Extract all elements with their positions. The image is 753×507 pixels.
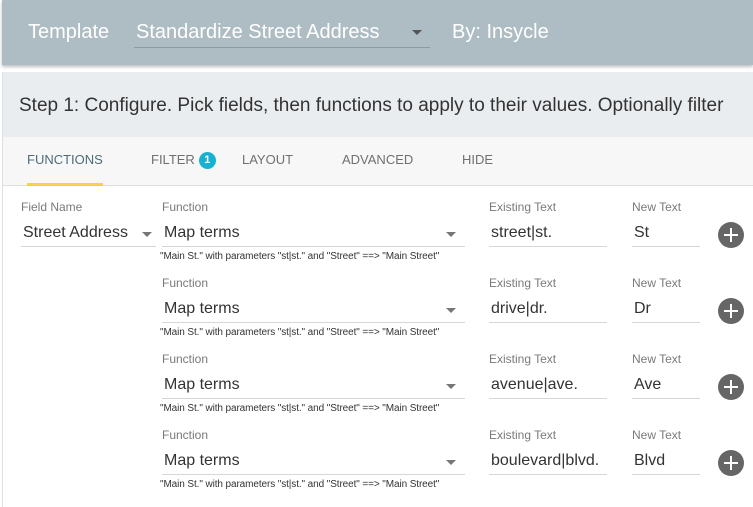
step-text: Step 1: Configure. Pick fields, then fun… (19, 95, 724, 116)
new-text-input[interactable]: Ave (632, 372, 700, 399)
existing-text-value: avenue|ave. (491, 376, 578, 393)
existing-text-input[interactable]: boulevard|blvd. (489, 448, 607, 475)
existing-text-value: drive|dr. (491, 300, 548, 317)
function-hint: "Main St." with parameters "st|st." and … (160, 327, 440, 338)
template-select[interactable]: Standardize Street Address (134, 18, 430, 48)
function-select[interactable]: Map terms (162, 296, 465, 323)
existing-text-label: Existing Text (489, 428, 557, 442)
function-value: Map terms (164, 224, 240, 241)
chevron-down-icon (446, 232, 456, 237)
new-text-value: Dr (634, 300, 651, 317)
new-text-input[interactable]: Dr (632, 296, 700, 323)
tab-advanced[interactable]: ADVANCED (342, 137, 413, 185)
tab-filter-label: FILTER (151, 152, 195, 167)
new-text-label: New Text (632, 276, 682, 290)
template-label: Template (28, 21, 110, 43)
tab-filter[interactable]: FILTER 1 (151, 137, 216, 185)
template-select-value: Standardize Street Address (136, 21, 380, 43)
tab-functions[interactable]: FUNCTIONS (27, 137, 103, 186)
tab-advanced-label: ADVANCED (342, 152, 414, 167)
add-function-button[interactable] (718, 222, 744, 248)
template-author: By: Insycle (452, 21, 549, 43)
function-label: Function (162, 276, 209, 290)
function-select[interactable]: Map terms (162, 448, 465, 475)
function-label: Function (162, 428, 209, 442)
new-text-value: Blvd (634, 452, 666, 469)
tab-bar: FUNCTIONS FILTER 1 LAYOUT ADVANCED HIDE (3, 137, 753, 186)
existing-text-value: boulevard|blvd. (491, 452, 600, 469)
function-hint: "Main St." with parameters "st|st." and … (160, 251, 440, 262)
new-text-label: New Text (632, 200, 682, 214)
new-text-label: New Text (632, 352, 682, 366)
new-text-value: Ave (634, 376, 662, 393)
existing-text-input[interactable]: drive|dr. (489, 296, 607, 323)
add-function-button[interactable] (718, 450, 744, 476)
existing-text-value: street|st. (491, 224, 553, 241)
field-name-select[interactable]: Street Address (21, 220, 156, 247)
field-name-label: Field Name (21, 200, 83, 214)
function-hint: "Main St." with parameters "st|st." and … (160, 479, 440, 490)
function-label: Function (162, 200, 209, 214)
existing-text-input[interactable]: street|st. (489, 220, 607, 247)
template-header: Template Standardize Street Address By: … (2, 0, 753, 65)
chevron-down-icon (142, 232, 152, 237)
existing-text-input[interactable]: avenue|ave. (489, 372, 607, 399)
existing-text-label: Existing Text (489, 352, 557, 366)
field-name-value: Street Address (23, 224, 128, 241)
step-banner: Step 1: Configure. Pick fields, then fun… (3, 72, 753, 137)
function-row: Field Name Street Address Function Map t… (3, 186, 753, 262)
new-text-label: New Text (632, 428, 682, 442)
function-value: Map terms (164, 300, 240, 317)
tab-functions-label: FUNCTIONS (27, 152, 103, 167)
existing-text-label: Existing Text (489, 276, 557, 290)
tab-layout-label: LAYOUT (242, 152, 294, 167)
add-function-button[interactable] (718, 374, 744, 400)
configure-card: Step 1: Configure. Pick fields, then fun… (2, 72, 753, 507)
filter-count-badge: 1 (198, 152, 216, 169)
function-row: Function Map terms "Main St." with param… (3, 262, 753, 338)
tab-hide[interactable]: HIDE (462, 137, 493, 185)
new-text-value: St (634, 224, 650, 241)
chevron-down-icon (412, 30, 422, 35)
function-value: Map terms (164, 376, 240, 393)
function-value: Map terms (164, 452, 240, 469)
function-row: Function Map terms "Main St." with param… (3, 338, 753, 414)
chevron-down-icon (446, 384, 456, 389)
function-select[interactable]: Map terms (162, 220, 465, 247)
existing-text-label: Existing Text (489, 200, 557, 214)
function-label: Function (162, 352, 209, 366)
function-row: Function Map terms "Main St." with param… (3, 414, 753, 490)
tab-layout[interactable]: LAYOUT (242, 137, 293, 185)
tab-hide-label: HIDE (462, 152, 494, 167)
chevron-down-icon (446, 460, 456, 465)
new-text-input[interactable]: Blvd (632, 448, 700, 475)
add-function-button[interactable] (718, 298, 744, 324)
function-select[interactable]: Map terms (162, 372, 465, 399)
chevron-down-icon (446, 308, 456, 313)
function-hint: "Main St." with parameters "st|st." and … (160, 403, 440, 414)
new-text-input[interactable]: St (632, 220, 700, 247)
